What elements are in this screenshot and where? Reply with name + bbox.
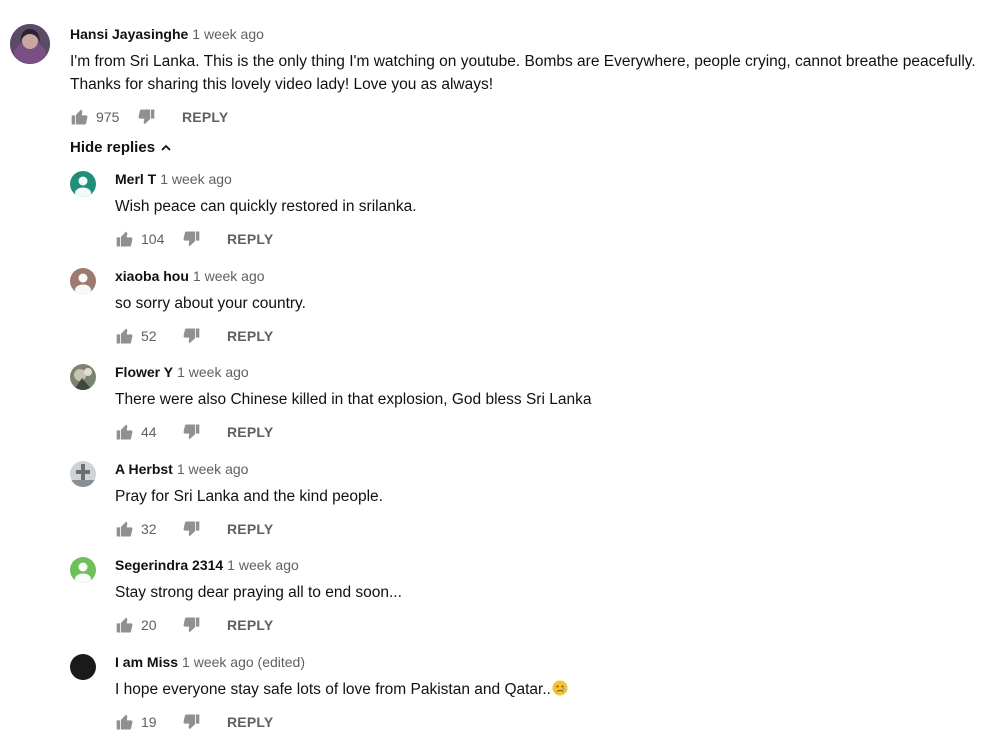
comment-text: I'm from Sri Lanka. This is the only thi… (70, 50, 976, 96)
reply-button[interactable]: REPLY (227, 521, 273, 537)
comment-actions: 52 REPLY (115, 326, 273, 346)
author-name[interactable]: xiaoba hou (115, 268, 189, 284)
timestamp[interactable]: 1 week ago (177, 364, 249, 380)
reply-button[interactable]: REPLY (227, 328, 273, 344)
reply-button[interactable]: REPLY (227, 424, 273, 440)
comment-text-content: There were also Chinese killed in that e… (115, 391, 592, 408)
thumbs-up-icon[interactable] (115, 229, 135, 249)
like-count: 975 (96, 109, 120, 125)
comment-header: Segerindra 2314 1 week ago (115, 557, 299, 573)
comment-text-content: so sorry about your country. (115, 295, 306, 312)
comment-text-line: I'm from Sri Lanka. This is the only thi… (70, 53, 976, 70)
author-name[interactable]: Merl T (115, 171, 156, 187)
comment-actions: 19 REPLY (115, 712, 273, 732)
timestamp[interactable]: 1 week ago (edited) (182, 654, 305, 670)
thumbs-up-icon[interactable] (115, 615, 135, 635)
comment-text: so sorry about your country. (115, 292, 306, 315)
thumbs-down-icon[interactable] (181, 326, 201, 346)
comment-text-content: Stay strong dear praying all to end soon… (115, 584, 402, 601)
avatar[interactable] (70, 557, 96, 583)
comment-actions: 20 REPLY (115, 615, 273, 635)
author-name[interactable]: Hansi Jayasinghe (70, 26, 188, 42)
comment-text: Wish peace can quickly restored in srila… (115, 195, 417, 218)
comment-actions: 975 REPLY (70, 107, 228, 127)
timestamp[interactable]: 1 week ago (193, 268, 265, 284)
reply-button[interactable]: REPLY (227, 617, 273, 633)
avatar[interactable] (70, 268, 96, 294)
hide-replies-button[interactable]: Hide replies (70, 139, 173, 156)
comment-actions: 32 REPLY (115, 519, 273, 539)
author-name[interactable]: I am Miss (115, 654, 178, 670)
avatar[interactable] (70, 364, 96, 390)
timestamp[interactable]: 1 week ago (192, 26, 264, 42)
comment-header: xiaoba hou 1 week ago (115, 268, 265, 284)
like-count: 20 (141, 617, 157, 633)
reply-button[interactable]: REPLY (182, 109, 228, 125)
thumbs-down-icon[interactable] (181, 422, 201, 442)
comment-text: I hope everyone stay safe lots of love f… (115, 678, 568, 701)
author-name[interactable]: Segerindra 2314 (115, 557, 223, 573)
comment-text-content: Pray for Sri Lanka and the kind people. (115, 488, 383, 505)
thumbs-down-icon[interactable] (181, 712, 201, 732)
like-count: 19 (141, 714, 157, 730)
sad-face-emoji-icon (552, 680, 568, 696)
thumbs-down-icon[interactable] (181, 229, 201, 249)
comment-text-line: Thanks for sharing this lovely video lad… (70, 76, 494, 93)
like-count: 32 (141, 521, 157, 537)
avatar[interactable] (70, 461, 96, 487)
comment-header: I am Miss 1 week ago (edited) (115, 654, 305, 670)
reply-button[interactable]: REPLY (227, 231, 273, 247)
reply-button[interactable]: REPLY (227, 714, 273, 730)
comment-header: A Herbst 1 week ago (115, 461, 248, 477)
like-count: 44 (141, 424, 157, 440)
avatar[interactable] (70, 171, 96, 197)
avatar[interactable] (10, 24, 50, 64)
timestamp[interactable]: 1 week ago (227, 557, 299, 573)
thumbs-down-icon[interactable] (181, 615, 201, 635)
chevron-up-icon (159, 141, 173, 155)
hide-replies-label: Hide replies (70, 139, 156, 156)
author-name[interactable]: Flower Y (115, 364, 173, 380)
comment-text-content: I hope everyone stay safe lots of love f… (115, 681, 551, 698)
comment-text-content: Wish peace can quickly restored in srila… (115, 198, 417, 215)
comment-actions: 44 REPLY (115, 422, 273, 442)
comment-actions: 104 REPLY (115, 229, 273, 249)
comment-text: Stay strong dear praying all to end soon… (115, 581, 402, 604)
thumbs-up-icon[interactable] (115, 326, 135, 346)
timestamp[interactable]: 1 week ago (160, 171, 232, 187)
comment-header: Hansi Jayasinghe 1 week ago (70, 26, 264, 42)
comment-header: Merl T1 week ago (115, 171, 232, 187)
like-count: 52 (141, 328, 157, 344)
author-name[interactable]: A Herbst (115, 461, 173, 477)
thumbs-down-icon[interactable] (181, 519, 201, 539)
thumbs-down-icon[interactable] (136, 107, 156, 127)
thumbs-up-icon[interactable] (115, 712, 135, 732)
comment-header: Flower Y1 week ago (115, 364, 249, 380)
comment-text: Pray for Sri Lanka and the kind people. (115, 485, 383, 508)
timestamp[interactable]: 1 week ago (177, 461, 249, 477)
like-count: 104 (141, 231, 165, 247)
thumbs-up-icon[interactable] (115, 422, 135, 442)
thumbs-up-icon[interactable] (115, 519, 135, 539)
comment-text: There were also Chinese killed in that e… (115, 388, 591, 411)
avatar[interactable] (70, 654, 96, 680)
thumbs-up-icon[interactable] (70, 107, 90, 127)
